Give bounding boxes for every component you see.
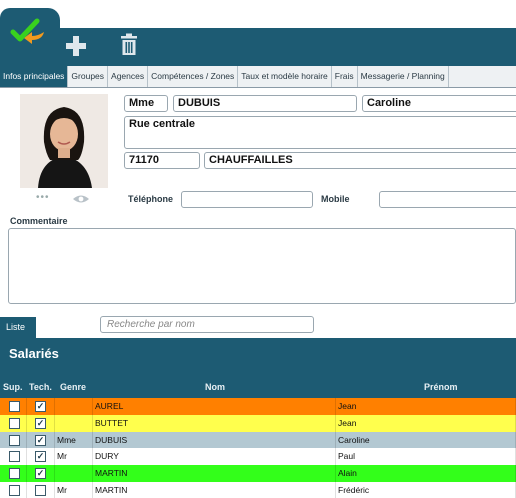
- table-row[interactable]: AUREL Jean ✓: [0, 398, 516, 415]
- genre-cell: Mr: [55, 448, 93, 466]
- tab-competences-zones[interactable]: Compétences / Zones: [148, 66, 239, 87]
- genre-cell: Mme: [55, 431, 93, 449]
- sup-checkbox[interactable]: [9, 451, 20, 463]
- tab-infos-principales[interactable]: Infos principales: [0, 66, 69, 87]
- section-title: Salariés: [0, 338, 516, 370]
- column-prenom[interactable]: Prénom: [424, 382, 458, 392]
- tab-messagerie-planning[interactable]: Messagerie / Planning: [358, 66, 449, 87]
- table-row[interactable]: BUTTET Jean ✓: [0, 414, 516, 432]
- prenom-cell: Jean: [336, 398, 516, 415]
- last-name-field[interactable]: DUBUIS: [173, 95, 357, 112]
- sup-checkbox[interactable]: [9, 434, 20, 446]
- telephone-field[interactable]: [181, 191, 313, 208]
- photo-options-dots[interactable]: •••: [36, 192, 50, 203]
- tab-taux-modele-horaire[interactable]: Taux et modèle horaire: [238, 66, 332, 87]
- telephone-label: Téléphone: [128, 194, 174, 204]
- tab-bar: Infos principales Groupes Agences Compét…: [0, 66, 516, 88]
- tab-groupes[interactable]: Groupes: [68, 66, 109, 87]
- nom-cell: DUBUIS: [93, 431, 336, 449]
- column-nom[interactable]: Nom: [205, 382, 225, 392]
- first-name-field[interactable]: Caroline: [362, 95, 516, 112]
- column-genre[interactable]: Genre: [60, 382, 86, 392]
- table-row[interactable]: Mme DUBUIS Caroline ✓: [0, 431, 516, 449]
- nom-cell: MARTIN: [93, 465, 336, 482]
- nom-cell: MARTIN: [93, 481, 336, 498]
- mobile-label: Mobile: [321, 194, 350, 204]
- table-row[interactable]: MARTIN Alain ✓: [0, 465, 516, 482]
- table-row[interactable]: Mr MARTIN Frédéric: [0, 481, 516, 498]
- add-plus-icon[interactable]: [64, 34, 88, 58]
- nom-cell: DURY: [93, 448, 336, 466]
- prenom-cell: Caroline: [336, 431, 516, 449]
- prenom-cell: Jean: [336, 414, 516, 432]
- tech-checkbox[interactable]: ✓: [35, 401, 46, 412]
- tab-agences[interactable]: Agences: [108, 66, 149, 87]
- tech-checkbox[interactable]: ✓: [35, 417, 46, 429]
- tech-checkbox[interactable]: ✓: [35, 434, 46, 446]
- tab-frais[interactable]: Frais: [332, 66, 358, 87]
- trash-icon[interactable]: [119, 33, 139, 57]
- employee-photo[interactable]: [20, 94, 108, 188]
- toolbar: [0, 0, 516, 66]
- comment-label: Commentaire: [10, 216, 68, 226]
- table-row[interactable]: Mr DURY Paul ✓: [0, 448, 516, 466]
- employee-table: AUREL Jean ✓ BUTTET Jean ✓ Mme DUBUIS Caroline ✓ M…: [0, 398, 516, 498]
- address-field[interactable]: Rue centrale: [124, 116, 516, 149]
- column-sup[interactable]: Sup.: [3, 382, 23, 392]
- nom-cell: AUREL: [93, 398, 336, 415]
- sup-checkbox[interactable]: [9, 401, 20, 412]
- tech-checkbox[interactable]: ✓: [35, 468, 46, 480]
- table-header: Sup. Tech. Genre Nom Prénom: [0, 370, 516, 398]
- validate-check-icon[interactable]: [10, 18, 50, 48]
- genre-cell: [55, 414, 93, 432]
- column-tech[interactable]: Tech.: [29, 382, 52, 392]
- search-input[interactable]: Recherche par nom: [100, 316, 314, 333]
- tech-checkbox[interactable]: [35, 484, 46, 496]
- comment-textarea[interactable]: [8, 228, 516, 304]
- genre-cell: [55, 398, 93, 415]
- tech-checkbox[interactable]: ✓: [35, 451, 46, 463]
- nom-cell: BUTTET: [93, 414, 336, 432]
- sup-checkbox[interactable]: [9, 484, 20, 496]
- prenom-cell: Paul: [336, 448, 516, 466]
- eye-icon[interactable]: [72, 194, 90, 204]
- prenom-cell: Frédéric: [336, 481, 516, 498]
- sup-checkbox[interactable]: [9, 468, 20, 480]
- postal-code-field[interactable]: 71170: [124, 152, 200, 169]
- info-panel: ••• Mme DUBUIS Caroline Rue centrale 711…: [0, 88, 516, 310]
- list-bar: Liste Recherche par nom: [0, 312, 516, 338]
- mobile-field[interactable]: [379, 191, 516, 208]
- tab-liste[interactable]: Liste: [0, 317, 36, 338]
- genre-cell: Mr: [55, 481, 93, 498]
- civility-field[interactable]: Mme: [124, 95, 168, 112]
- sup-checkbox[interactable]: [9, 417, 20, 429]
- genre-cell: [55, 465, 93, 482]
- prenom-cell: Alain: [336, 465, 516, 482]
- city-field[interactable]: CHAUFFAILLES: [204, 152, 516, 169]
